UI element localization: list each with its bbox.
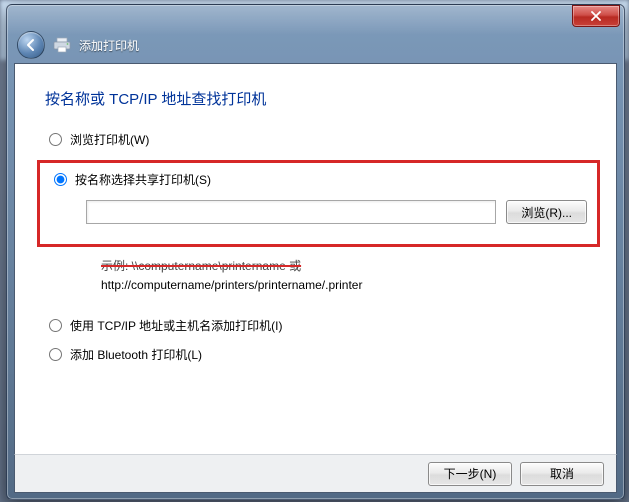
close-button[interactable] xyxy=(572,5,620,27)
option-tcpip[interactable]: 使用 TCP/IP 地址或主机名添加打印机(I) xyxy=(49,317,590,334)
back-button[interactable] xyxy=(17,31,45,59)
arrow-left-icon xyxy=(24,38,38,52)
example-text: 示例: \\computername\printername 或 http://… xyxy=(101,257,590,295)
example-line2: http://computername/printers/printername… xyxy=(101,278,362,292)
printer-path-input[interactable] xyxy=(86,200,496,224)
client-area: 按名称或 TCP/IP 地址查找打印机 浏览打印机(W) 按名称选择共享打印机(… xyxy=(14,63,617,455)
page-heading: 按名称或 TCP/IP 地址查找打印机 xyxy=(45,88,590,109)
cancel-button[interactable]: 取消 xyxy=(520,462,604,486)
option-browse-label: 浏览打印机(W) xyxy=(70,131,149,148)
option-by-name-label: 按名称选择共享打印机(S) xyxy=(75,171,211,188)
option-tcpip-label: 使用 TCP/IP 地址或主机名添加打印机(I) xyxy=(70,317,282,334)
option-browse-radio[interactable] xyxy=(49,133,62,146)
option-browse[interactable]: 浏览打印机(W) xyxy=(49,131,590,148)
dialog-footer: 下一步(N) 取消 xyxy=(14,454,617,493)
dialog-window: 添加打印机 按名称或 TCP/IP 地址查找打印机 浏览打印机(W) 按名称选择… xyxy=(6,4,625,500)
option-by-name-radio[interactable] xyxy=(54,173,67,186)
wizard-header: 添加打印机 xyxy=(7,31,624,65)
close-icon xyxy=(590,11,602,21)
browse-button[interactable]: 浏览(R)... xyxy=(506,200,587,224)
annotation-highlight: 按名称选择共享打印机(S) 浏览(R)... xyxy=(37,160,600,247)
titlebar xyxy=(7,5,624,31)
next-button[interactable]: 下一步(N) xyxy=(428,462,512,486)
option-bluetooth-label: 添加 Bluetooth 打印机(L) xyxy=(70,346,202,363)
option-tcpip-radio[interactable] xyxy=(49,319,62,332)
wizard-title: 添加打印机 xyxy=(79,37,139,54)
printer-icon xyxy=(53,37,71,53)
example-line1: 示例: \\computername\printername 或 xyxy=(101,259,301,273)
option-bluetooth[interactable]: 添加 Bluetooth 打印机(L) xyxy=(49,346,590,363)
option-bluetooth-radio[interactable] xyxy=(49,348,62,361)
option-by-name[interactable]: 按名称选择共享打印机(S) xyxy=(54,171,587,188)
